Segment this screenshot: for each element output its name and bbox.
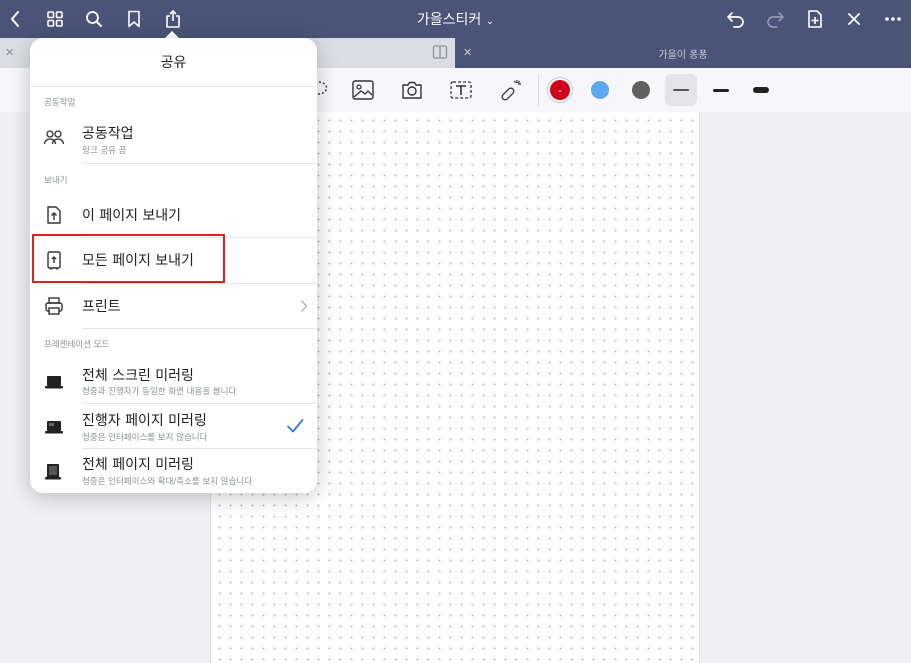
full-page-mirror-icon bbox=[43, 461, 65, 483]
mirror-full-page-sublabel: 청중은 인터페이스와 확대/축소를 보지 않습니다 bbox=[82, 477, 253, 487]
collab-label: 공동작업 bbox=[82, 126, 134, 142]
chevron-down-icon: ⌄ bbox=[557, 85, 563, 94]
mirror-screen-sublabel: 청중과 진행자가 동일한 화면 내용을 봅니다 bbox=[82, 387, 237, 397]
document-title-text: 가을스티커 bbox=[416, 12, 482, 28]
popover-title: 공유 bbox=[30, 38, 317, 87]
tab-label: 가을이 퐁퐁 bbox=[658, 49, 708, 61]
printer-icon bbox=[43, 295, 65, 317]
search-icon[interactable] bbox=[82, 0, 106, 38]
stroke-thick-option[interactable] bbox=[745, 74, 777, 106]
export-page-row[interactable]: 이 페이지 보내기 bbox=[30, 192, 317, 237]
tab-document[interactable]: ✕ 가을이 퐁퐁 bbox=[455, 38, 911, 68]
tab-close-icon[interactable]: ✕ bbox=[5, 46, 14, 59]
toolbar-divider bbox=[538, 74, 539, 106]
section-header-collab: 공동작업 bbox=[44, 98, 76, 108]
collab-sublabel: 링크 공유 끔 bbox=[82, 146, 127, 156]
print-label: 프린트 bbox=[82, 299, 121, 315]
tab-close-icon[interactable]: ✕ bbox=[463, 46, 472, 59]
collab-row[interactable]: 공동작업 링크 공유 끔 bbox=[30, 113, 317, 163]
divider bbox=[82, 328, 317, 329]
stroke-medium-option[interactable] bbox=[705, 74, 737, 106]
add-page-icon[interactable] bbox=[803, 0, 827, 38]
print-row[interactable]: 프린트 bbox=[30, 284, 317, 328]
section-header-export: 보내기 bbox=[44, 176, 68, 186]
laser-pointer-icon[interactable] bbox=[495, 74, 527, 106]
mirror-presenter-row[interactable]: 진행자 페이지 미러링 청중은 인터페이스를 보지 않습니다 bbox=[30, 404, 317, 448]
color-swatch-blue[interactable] bbox=[584, 74, 616, 106]
divider bbox=[82, 163, 317, 164]
more-options-icon[interactable] bbox=[881, 0, 905, 38]
title-chevron-icon: ⌄ bbox=[485, 16, 495, 27]
export-page-label: 이 페이지 보내기 bbox=[82, 208, 182, 224]
checkmark-icon bbox=[286, 418, 304, 438]
color-swatch-red[interactable]: ⌄ bbox=[544, 74, 576, 106]
screen-mirror-icon bbox=[43, 371, 65, 393]
mirror-presenter-label: 진행자 페이지 미러링 bbox=[82, 413, 207, 429]
export-page-icon bbox=[43, 204, 65, 226]
chevron-right-icon bbox=[300, 298, 308, 317]
top-navigation-bar: 가을스티커 ⌄ bbox=[0, 0, 911, 38]
presenter-mirror-icon bbox=[43, 416, 65, 438]
back-chevron-icon[interactable] bbox=[3, 0, 27, 38]
mirror-presenter-sublabel: 청중은 인터페이스를 보지 않습니다 bbox=[82, 433, 208, 443]
highlight-annotation-box bbox=[32, 234, 225, 283]
camera-tool-icon[interactable] bbox=[396, 74, 428, 106]
color-swatch-gray[interactable] bbox=[625, 74, 657, 106]
close-icon[interactable] bbox=[842, 0, 866, 38]
bookmark-icon[interactable] bbox=[122, 0, 146, 38]
split-view-icon[interactable] bbox=[432, 44, 448, 60]
section-header-presentation: 프레젠테이션 모드 bbox=[44, 340, 110, 350]
text-tool-icon[interactable] bbox=[445, 74, 477, 106]
undo-icon[interactable] bbox=[724, 0, 748, 38]
grid-view-icon[interactable] bbox=[43, 0, 67, 38]
mirror-screen-label: 전체 스크린 미러링 bbox=[82, 368, 194, 384]
stroke-thin-option[interactable] bbox=[665, 74, 697, 106]
mirror-full-page-row[interactable]: 전체 페이지 미러링 청중은 인터페이스와 확대/축소를 보지 않습니다 bbox=[30, 449, 317, 493]
people-icon bbox=[43, 126, 65, 148]
mirror-full-page-label: 전체 페이지 미러링 bbox=[82, 457, 194, 473]
mirror-screen-row[interactable]: 전체 스크린 미러링 청중과 진행자가 동일한 화면 내용을 봅니다 bbox=[30, 358, 317, 403]
redo-icon[interactable] bbox=[763, 0, 787, 38]
document-title[interactable]: 가을스티커 ⌄ bbox=[417, 9, 494, 29]
image-tool-icon[interactable] bbox=[347, 74, 379, 106]
